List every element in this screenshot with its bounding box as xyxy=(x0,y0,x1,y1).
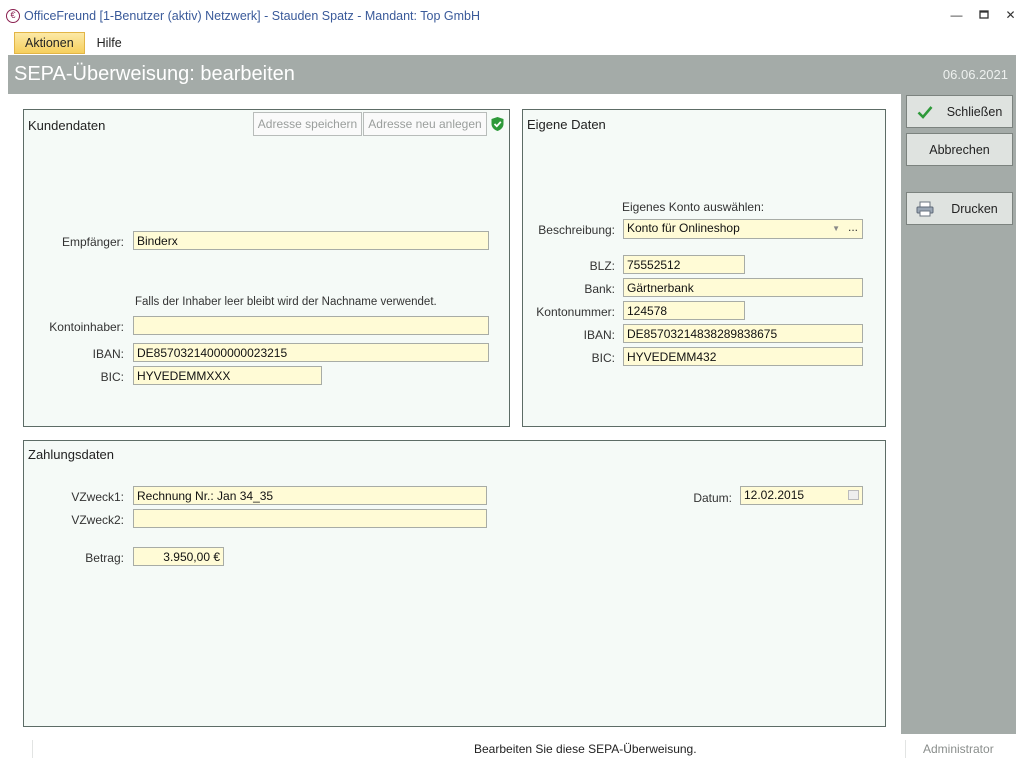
eigene-daten-title: Eigene Daten xyxy=(527,117,606,132)
datum-field[interactable]: 12.02.2015 xyxy=(740,486,863,505)
kontonummer-field[interactable] xyxy=(623,301,745,320)
kundendaten-group: Kundendaten Adresse speichern Adresse ne… xyxy=(23,109,510,427)
window-title: OfficeFreund [1-Benutzer (aktiv) Netzwer… xyxy=(24,8,480,23)
new-address-button[interactable]: Adresse neu anlegen xyxy=(363,112,487,136)
close-button-label: Schließen xyxy=(946,104,1003,119)
vzweck1-field[interactable] xyxy=(133,486,487,505)
bic-field[interactable] xyxy=(133,366,322,385)
eigene-bic-label: BIC: xyxy=(591,351,615,365)
window-controls: — ✕ xyxy=(943,0,1024,31)
vzweck2-label: VZweck2: xyxy=(71,513,124,527)
minimize-icon[interactable]: — xyxy=(943,0,970,31)
kundendaten-title: Kundendaten xyxy=(28,118,106,133)
officefreund-logo-icon: € xyxy=(6,8,20,23)
blz-field[interactable] xyxy=(623,255,745,274)
datum-label: Datum: xyxy=(693,491,732,505)
print-button-label: Drucken xyxy=(951,201,998,216)
bank-field[interactable] xyxy=(623,278,863,297)
cancel-button-label: Abbrechen xyxy=(929,142,990,157)
page-header: SEPA-Überweisung: bearbeiten 06.06.2021 xyxy=(8,55,1016,94)
chevron-down-icon[interactable]: ▼ xyxy=(832,220,840,237)
konto-select-hint: Eigenes Konto auswählen: xyxy=(622,200,765,214)
datum-value: 12.02.2015 xyxy=(744,488,805,502)
inhaber-hint: Falls der Inhaber leer bleibt wird der N… xyxy=(135,296,437,308)
menu-aktionen[interactable]: Aktionen xyxy=(14,32,85,54)
page-title: SEPA-Überweisung: bearbeiten xyxy=(14,63,295,85)
iban-field[interactable] xyxy=(133,343,489,362)
more-options-icon[interactable]: ... xyxy=(848,219,858,236)
close-button[interactable]: Schließen xyxy=(906,95,1013,128)
kontonummer-label: Kontonummer: xyxy=(536,305,615,319)
iban-label: IBAN: xyxy=(92,347,124,361)
blz-label: BLZ: xyxy=(589,259,615,273)
vzweck2-field[interactable] xyxy=(133,509,487,528)
betrag-field[interactable] xyxy=(133,547,224,566)
kontoinhaber-field[interactable] xyxy=(133,316,489,335)
beschreibung-value: Konto für Onlineshop xyxy=(627,221,740,235)
checkmark-icon xyxy=(913,105,937,119)
header-date: 06.06.2021 xyxy=(942,67,1008,82)
maximize-icon[interactable] xyxy=(970,0,997,31)
calendar-icon[interactable] xyxy=(848,490,859,500)
beschreibung-select[interactable]: Konto für Onlineshop ▼ ... xyxy=(623,219,863,239)
save-address-button[interactable]: Adresse speichern xyxy=(253,112,362,136)
zahlungsdaten-group: Zahlungsdaten VZweck1: VZweck2: Betrag: … xyxy=(23,440,886,727)
betrag-label: Betrag: xyxy=(85,551,124,565)
status-message: Bearbeiten Sie diese SEPA-Überweisung. xyxy=(474,742,697,756)
print-button[interactable]: Drucken xyxy=(906,192,1013,225)
main-content: Kundendaten Adresse speichern Adresse ne… xyxy=(8,94,901,734)
empfaenger-field[interactable] xyxy=(133,231,489,250)
printer-icon xyxy=(913,201,937,217)
bank-label: Bank: xyxy=(584,282,615,296)
zahlungsdaten-title: Zahlungsdaten xyxy=(28,447,115,462)
cancel-button[interactable]: Abbrechen xyxy=(906,133,1013,166)
action-sidebar: Schließen Abbrechen Drucken xyxy=(901,94,1016,734)
menu-hilfe[interactable]: Hilfe xyxy=(87,33,132,53)
close-window-icon[interactable]: ✕ xyxy=(997,0,1024,31)
status-separator xyxy=(32,740,33,758)
eigene-iban-label: IBAN: xyxy=(583,328,615,342)
eigene-iban-field[interactable] xyxy=(623,324,863,343)
beschreibung-label: Beschreibung: xyxy=(538,223,615,237)
status-user: Administrator xyxy=(923,742,994,756)
menu-bar: Aktionen Hilfe xyxy=(8,31,1016,55)
kontoinhaber-label: Kontoinhaber: xyxy=(49,320,124,334)
eigene-bic-field[interactable] xyxy=(623,347,863,366)
bic-label: BIC: xyxy=(100,370,124,384)
window-titlebar: € OfficeFreund [1-Benutzer (aktiv) Netzw… xyxy=(0,0,1024,31)
vzweck1-label: VZweck1: xyxy=(71,490,124,504)
verified-shield-icon xyxy=(490,116,505,135)
eigene-daten-group: Eigene Daten Eigenes Konto auswählen: Be… xyxy=(522,109,886,427)
status-separator xyxy=(905,740,906,758)
empfaenger-label: Empfänger: xyxy=(61,235,124,249)
